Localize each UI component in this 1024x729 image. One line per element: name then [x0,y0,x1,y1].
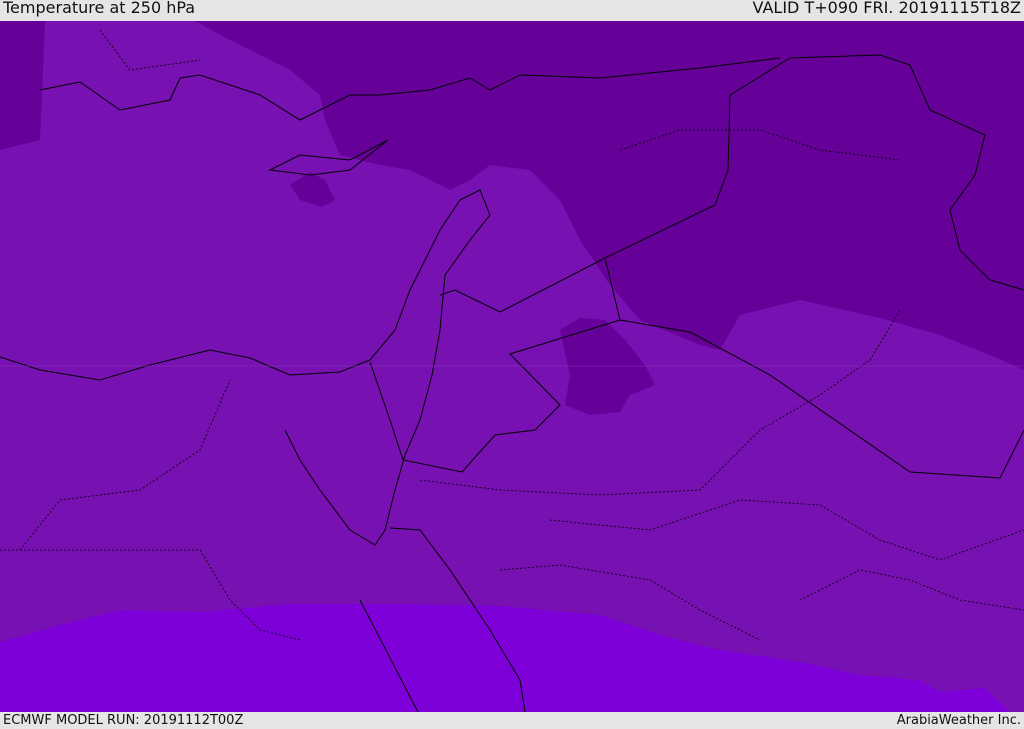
cold-patch-west [0,21,45,150]
map-title: Temperature at 250 hPa [3,0,196,17]
temperature-map [0,21,1024,712]
model-run: ECMWF MODEL RUN: 20191112T00Z [3,713,244,728]
valid-time: VALID T+090 FRI. 20191115T18Z [752,0,1021,17]
header-bar: Temperature at 250 hPa VALID T+090 FRI. … [0,0,1024,21]
credit: ArabiaWeather Inc. [896,713,1021,728]
footer-bar: ECMWF MODEL RUN: 20191112T00Z ArabiaWeat… [0,712,1024,729]
